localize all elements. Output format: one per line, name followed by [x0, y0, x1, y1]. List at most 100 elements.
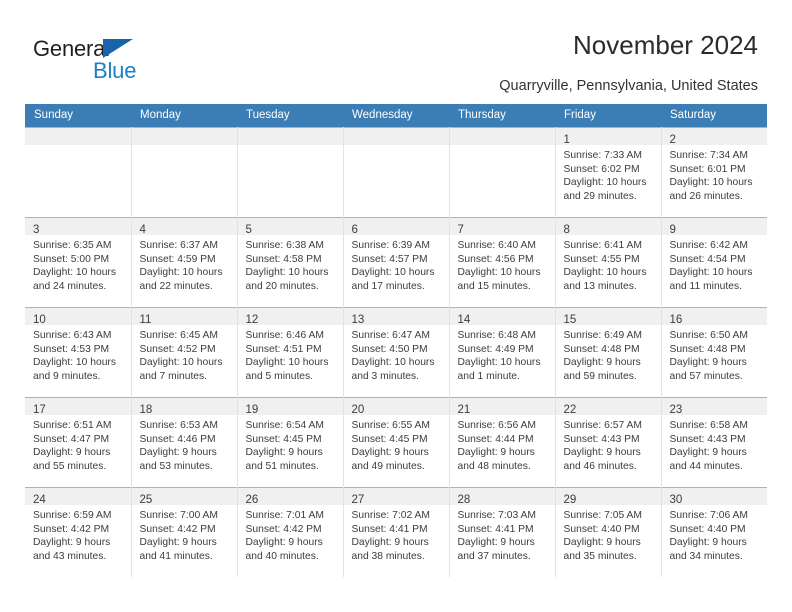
day-details: Sunrise: 7:33 AM Sunset: 6:02 PM Daylight:… — [556, 145, 661, 203]
daylight-text-line1: Daylight: 9 hours — [563, 537, 641, 549]
calendar-day-cell[interactable]: 16 Sunrise: 6:50 AM Sunset: 4:48 PM Dayligh… — [661, 307, 767, 398]
calendar-day-cell[interactable]: 19 Sunrise: 6:54 AM Sunset: 4:45 PM Dayligh… — [237, 397, 344, 488]
calendar-day-cell[interactable]: 22 Sunrise: 6:57 AM Sunset: 4:43 PM Dayligh… — [555, 397, 662, 488]
calendar-week-row: 17 Sunrise: 6:51 AM Sunset: 4:47 PM Dayligh… — [25, 397, 767, 488]
day-number: 15 — [563, 314, 577, 326]
sunset-text: Sunset: 4:42 PM — [245, 523, 322, 535]
daylight-text-line2: and 53 minutes. — [139, 460, 213, 472]
daylight-text-line2: and 13 minutes. — [563, 280, 637, 292]
daylight-text-line2: and 55 minutes. — [33, 460, 107, 472]
sunset-text: Sunset: 4:41 PM — [351, 523, 428, 535]
weekday-header-monday: Monday — [131, 104, 237, 128]
day-number: 14 — [457, 314, 471, 326]
calendar-day-cell[interactable]: 2 Sunrise: 7:34 AM Sunset: 6:01 PM Daylight… — [661, 127, 767, 218]
day-number-band: 1 — [555, 128, 661, 146]
day-number-band: 11 — [131, 308, 237, 326]
calendar-day-cell[interactable]: 21 Sunrise: 6:56 AM Sunset: 4:44 PM Dayligh… — [449, 397, 556, 488]
sunset-text: Sunset: 4:46 PM — [139, 433, 216, 445]
daylight-text-line2: and 11 minutes. — [669, 280, 743, 292]
calendar-day-cell[interactable]: 18 Sunrise: 6:53 AM Sunset: 4:46 PM Dayligh… — [131, 397, 238, 488]
calendar-day-cell[interactable]: 29 Sunrise: 7:05 AM Sunset: 4:40 PM Dayligh… — [555, 487, 662, 577]
generalblue-logo[interactable]: General Blue — [33, 36, 213, 88]
daylight-text-line1: Daylight: 10 hours — [457, 267, 541, 279]
sunrise-text: Sunrise: 6:53 AM — [139, 420, 218, 431]
calendar-day-cell[interactable]: 15 Sunrise: 6:49 AM Sunset: 4:48 PM Dayligh… — [555, 307, 662, 398]
day-details: Sunrise: 7:02 AM Sunset: 4:41 PM Daylight:… — [344, 505, 449, 563]
calendar-day-cell[interactable]: 5 Sunrise: 6:38 AM Sunset: 4:58 PM Daylight… — [237, 217, 344, 308]
sunrise-text: Sunrise: 6:51 AM — [33, 420, 112, 431]
calendar-day-cell[interactable]: 27 Sunrise: 7:02 AM Sunset: 4:41 PM Dayligh… — [343, 487, 450, 577]
calendar-day-cell[interactable]: 3 Sunrise: 6:35 AM Sunset: 5:00 PM Daylight… — [25, 217, 132, 308]
calendar-day-cell[interactable]: 8 Sunrise: 6:41 AM Sunset: 4:55 PM Daylight… — [555, 217, 662, 308]
sunset-text: Sunset: 4:42 PM — [33, 523, 110, 535]
calendar-day-cell[interactable]: 26 Sunrise: 7:01 AM Sunset: 4:42 PM Dayligh… — [237, 487, 344, 577]
day-number: 25 — [139, 494, 153, 506]
sunset-text: Sunset: 4:40 PM — [563, 523, 640, 535]
daylight-text-line2: and 46 minutes. — [563, 460, 637, 472]
day-number: 8 — [563, 224, 570, 236]
day-number: 27 — [351, 494, 365, 506]
calendar-day-cell[interactable]: 14 Sunrise: 6:48 AM Sunset: 4:49 PM Dayligh… — [449, 307, 556, 398]
daylight-text-line2: and 9 minutes. — [33, 370, 101, 382]
calendar-day-cell[interactable]: 24 Sunrise: 6:59 AM Sunset: 4:42 PM Dayligh… — [25, 487, 132, 577]
calendar-day-cell[interactable]: 11 Sunrise: 6:45 AM Sunset: 4:52 PM Dayligh… — [131, 307, 238, 398]
weekday-header-saturday: Saturday — [661, 104, 767, 128]
sunrise-text: Sunrise: 6:35 AM — [33, 240, 112, 251]
day-number: 29 — [563, 494, 577, 506]
sunrise-text: Sunrise: 6:55 AM — [351, 420, 430, 431]
day-number-band: 7 — [449, 218, 555, 236]
calendar-day-cell[interactable]: 9 Sunrise: 6:42 AM Sunset: 4:54 PM Daylight… — [661, 217, 767, 308]
sunset-text: Sunset: 4:58 PM — [245, 253, 322, 265]
day-number-band: 5 — [237, 218, 343, 236]
daylight-text-line2: and 7 minutes. — [139, 370, 208, 382]
sunset-text: Sunset: 4:47 PM — [33, 433, 110, 445]
calendar-week-row: 24 Sunrise: 6:59 AM Sunset: 4:42 PM Dayligh… — [25, 487, 767, 577]
day-details: Sunrise: 6:40 AM Sunset: 4:56 PM Daylight:… — [450, 235, 555, 293]
logo-text-blue: Blue — [93, 58, 137, 83]
day-number: 21 — [457, 404, 471, 416]
day-number: 2 — [669, 134, 676, 146]
daylight-text-line2: and 41 minutes. — [139, 550, 213, 562]
calendar-day-cell[interactable]: 7 Sunrise: 6:40 AM Sunset: 4:56 PM Daylight… — [449, 217, 556, 308]
day-details: Sunrise: 6:59 AM Sunset: 4:42 PM Daylight:… — [25, 505, 131, 563]
calendar-day-cell[interactable]: 23 Sunrise: 6:58 AM Sunset: 4:43 PM Dayligh… — [661, 397, 767, 488]
day-number-band: 16 — [661, 308, 767, 326]
calendar-cell-empty — [343, 127, 450, 218]
calendar-day-cell[interactable]: 17 Sunrise: 6:51 AM Sunset: 4:47 PM Dayligh… — [25, 397, 132, 488]
calendar-day-cell[interactable]: 30 Sunrise: 7:06 AM Sunset: 4:40 PM Dayligh… — [661, 487, 767, 577]
daylight-text-line2: and 59 minutes. — [563, 370, 637, 382]
sunset-text: Sunset: 4:57 PM — [351, 253, 428, 265]
calendar-page: General Blue November 2024 Quarryville, … — [0, 0, 792, 612]
sunrise-text: Sunrise: 6:59 AM — [33, 510, 112, 521]
calendar-day-cell[interactable]: 12 Sunrise: 6:46 AM Sunset: 4:51 PM Dayligh… — [237, 307, 344, 398]
sunset-text: Sunset: 4:51 PM — [245, 343, 322, 355]
day-number-band — [131, 128, 237, 145]
sunset-text: Sunset: 4:49 PM — [457, 343, 534, 355]
sunrise-text: Sunrise: 7:34 AM — [669, 150, 748, 161]
day-details: Sunrise: 6:38 AM Sunset: 4:58 PM Daylight:… — [238, 235, 343, 293]
daylight-text-line1: Daylight: 10 hours — [33, 357, 116, 369]
day-number-band: 22 — [555, 398, 661, 416]
calendar-day-cell[interactable]: 25 Sunrise: 7:00 AM Sunset: 4:42 PM Dayligh… — [131, 487, 238, 577]
calendar-day-cell[interactable]: 4 Sunrise: 6:37 AM Sunset: 4:59 PM Daylight… — [131, 217, 238, 308]
daylight-text-line1: Daylight: 9 hours — [457, 447, 535, 459]
calendar-cell-empty — [131, 127, 238, 218]
calendar-day-cell[interactable]: 28 Sunrise: 7:03 AM Sunset: 4:41 PM Dayligh… — [449, 487, 556, 577]
calendar-day-cell[interactable]: 6 Sunrise: 6:39 AM Sunset: 4:57 PM Daylight… — [343, 217, 450, 308]
sunrise-text: Sunrise: 6:50 AM — [669, 330, 748, 341]
sunrise-text: Sunrise: 6:43 AM — [33, 330, 112, 341]
calendar-day-cell[interactable]: 20 Sunrise: 6:55 AM Sunset: 4:45 PM Dayligh… — [343, 397, 450, 488]
day-number-band: 23 — [661, 398, 767, 416]
calendar-day-cell[interactable]: 10 Sunrise: 6:43 AM Sunset: 4:53 PM Dayligh… — [25, 307, 132, 398]
day-number: 13 — [351, 314, 365, 326]
daylight-text-line1: Daylight: 10 hours — [245, 357, 329, 369]
calendar-week-row: 1 Sunrise: 7:33 AM Sunset: 6:02 PM Daylight… — [25, 127, 767, 218]
calendar-day-cell[interactable]: 1 Sunrise: 7:33 AM Sunset: 6:02 PM Daylight… — [555, 127, 662, 218]
day-number: 4 — [139, 224, 146, 236]
calendar-day-cell[interactable]: 13 Sunrise: 6:47 AM Sunset: 4:50 PM Dayligh… — [343, 307, 450, 398]
daylight-text-line1: Daylight: 9 hours — [33, 447, 111, 459]
daylight-text-line1: Daylight: 9 hours — [457, 537, 535, 549]
daylight-text-line2: and 38 minutes. — [351, 550, 425, 562]
sunrise-text: Sunrise: 6:47 AM — [351, 330, 430, 341]
day-number-band: 15 — [555, 308, 661, 326]
